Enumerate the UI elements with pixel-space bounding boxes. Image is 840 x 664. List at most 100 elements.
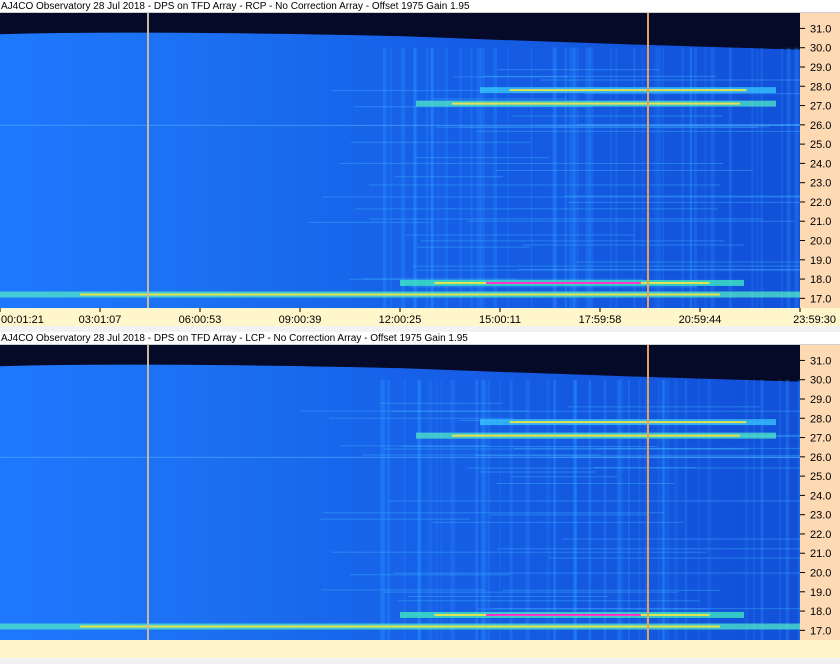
- frequency-axis-svg: 31.0 30.0 29.0 28.0 27.0 26.0 25.0 24.0 23.0 22.0…: [800, 355, 831, 637]
- interference-line: [432, 521, 684, 523]
- interference-line: [350, 141, 531, 143]
- time-tick-label: 23:59:30: [793, 314, 836, 326]
- freq-tick-label: 30.0: [810, 375, 831, 387]
- striation: [414, 47, 417, 308]
- freq-tick-label: 29.0: [810, 394, 831, 406]
- interference-line: [415, 157, 551, 159]
- interference-line: [319, 518, 470, 520]
- interference-line: [540, 79, 800, 81]
- interference-line: [417, 269, 800, 271]
- freq-tick-label: 27.0: [810, 101, 831, 113]
- interference-line: [393, 572, 800, 574]
- freq-tick-label: 29.0: [810, 62, 831, 74]
- striation: [390, 47, 393, 308]
- striation: [778, 379, 782, 640]
- freq-tick-label: 25.0: [810, 139, 831, 151]
- spectrogram-svg: [0, 345, 800, 640]
- interference-line: [420, 240, 725, 242]
- striation: [444, 47, 448, 308]
- interference-line: [568, 201, 800, 203]
- panel-title-rcp: AJ4CO Observatory 28 Jul 2018 - DPS on T…: [0, 0, 840, 13]
- striation: [785, 379, 790, 640]
- interference-line: [323, 512, 665, 514]
- striation: [401, 47, 405, 308]
- striation: [383, 47, 387, 308]
- interference-line: [369, 218, 763, 220]
- striation: [387, 379, 390, 640]
- interference-line: [476, 130, 800, 132]
- interference-line: [466, 220, 794, 222]
- interference-line: [568, 406, 760, 408]
- interference-line: [584, 93, 800, 95]
- time-tick-label: 06:00:53: [179, 314, 222, 326]
- time-axis-svg: 00:01:21 03:01:07 06:00:53 09:00:39 12:00:25…: [0, 308, 836, 326]
- interference-line: [458, 126, 770, 128]
- interference-line: [432, 98, 567, 100]
- emission-core: [452, 102, 740, 105]
- interference-line: [413, 265, 800, 267]
- striation: [760, 379, 764, 640]
- freq-tick-label: 24.0: [810, 490, 831, 502]
- striation: [482, 47, 485, 308]
- bottom-strip: [0, 640, 840, 658]
- interference-line: [379, 402, 503, 404]
- freq-tick-label: 28.0: [810, 81, 831, 93]
- dark-top-region: [0, 13, 800, 50]
- striation: [425, 47, 429, 308]
- freq-tick-label: 21.0: [810, 216, 831, 228]
- interference-line: [328, 417, 514, 419]
- interference-line: [363, 278, 517, 280]
- freq-tick-label: 18.0: [810, 274, 831, 286]
- interference-line: [340, 445, 489, 447]
- interference-line: [362, 454, 601, 456]
- freq-tick-label: 30.0: [810, 43, 831, 55]
- vertical-marker: [147, 345, 149, 640]
- time-tick-label: 15:00:11: [479, 314, 521, 326]
- striation: [479, 47, 483, 308]
- time-tick-label: 00:01:21: [1, 314, 44, 326]
- freq-tick-label: 28.0: [810, 413, 831, 425]
- time-tick-label: 20:59:44: [679, 314, 722, 326]
- striation: [381, 379, 386, 640]
- time-tick-label: 12:00:25: [379, 314, 422, 326]
- freq-tick-label: 17.0: [810, 293, 831, 305]
- interference-line: [383, 448, 750, 450]
- frequency-axis-lcp: 31.0 30.0 29.0 28.0 27.0 26.0 25.0 24.0 23.0 22.0…: [800, 345, 840, 640]
- emission-core: [509, 421, 747, 424]
- interference-line: [368, 184, 721, 186]
- interference-line: [339, 162, 724, 164]
- interference-line: [511, 476, 618, 478]
- freq-tick-label: 18.0: [810, 606, 831, 618]
- time-tick-label: 17:59:58: [579, 314, 622, 326]
- emission-peak: [486, 281, 641, 284]
- interference-line: [382, 591, 679, 593]
- freq-tick-label: 26.0: [810, 120, 831, 132]
- striation: [470, 47, 473, 308]
- interference-line: [300, 410, 527, 412]
- vertical-marker: [647, 13, 649, 308]
- frequency-axis-rcp: 31.0 30.0 29.0 28.0 27.0 26.0 25.0 24.0 23.0 22.0…: [800, 13, 840, 308]
- dark-top-region: [0, 345, 800, 382]
- interference-line: [548, 557, 800, 559]
- interference-line: [562, 538, 800, 540]
- striation: [493, 47, 497, 308]
- vertical-marker: [647, 345, 649, 640]
- frequency-axis-svg: 31.0 30.0 29.0 28.0 27.0 26.0 25.0 24.0 23.0 22.0…: [800, 23, 831, 305]
- striation: [744, 379, 748, 640]
- emission-core: [452, 434, 740, 437]
- interference-line: [497, 69, 660, 71]
- interference-line: [308, 221, 433, 223]
- interference-line: [482, 75, 717, 77]
- emission-band: [0, 124, 800, 126]
- freq-tick-label: 22.0: [810, 529, 831, 541]
- interference-line: [388, 500, 800, 502]
- freq-tick-label: 21.0: [810, 548, 831, 560]
- freq-tick-label: 27.0: [810, 433, 831, 445]
- interference-line: [495, 169, 753, 171]
- interference-line: [576, 261, 800, 263]
- striation: [437, 47, 439, 308]
- vertical-marker: [147, 13, 149, 308]
- interference-line: [408, 595, 609, 597]
- time-tick-label: 03:01:07: [79, 314, 122, 326]
- interference-line: [321, 589, 486, 591]
